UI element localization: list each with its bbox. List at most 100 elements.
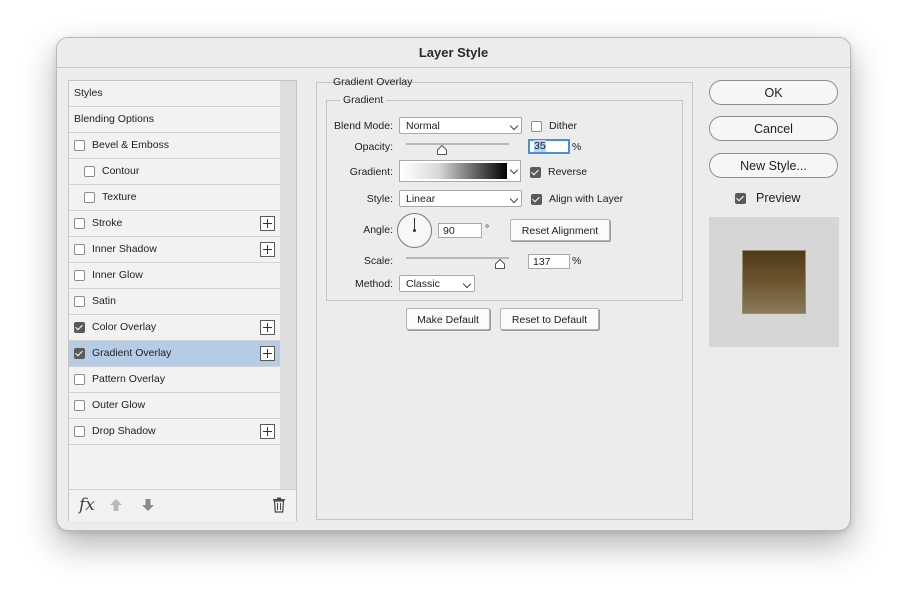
styles-scrollbar[interactable]: [280, 81, 296, 489]
style-label: Style:: [366, 193, 393, 205]
fx-button[interactable]: fx: [79, 495, 95, 515]
angle-dial[interactable]: [397, 213, 432, 248]
angle-dial-center: [413, 229, 416, 232]
style-item-label: Stroke: [92, 217, 123, 229]
opacity-slider-track[interactable]: [406, 143, 509, 145]
style-select[interactable]: Linear: [399, 190, 522, 207]
opacity-slider-thumb[interactable]: [437, 145, 448, 155]
angle-unit: °: [485, 223, 490, 235]
add-style-icon[interactable]: [260, 346, 275, 361]
styles-list: Styles Blending Options Bevel & Emboss Cont…: [69, 81, 280, 445]
gradient-overlay-heading: Gradient Overlay: [333, 76, 413, 88]
style-checkbox[interactable]: [84, 166, 95, 177]
style-item-label: Drop Shadow: [92, 425, 156, 437]
scale-slider-thumb[interactable]: [495, 259, 505, 269]
reverse-label: Reverse: [548, 166, 588, 178]
opacity-input[interactable]: 35: [528, 139, 570, 154]
chevron-down-icon: [509, 194, 519, 204]
style-item-label: Texture: [102, 191, 137, 203]
scale-slider-track[interactable]: [406, 257, 509, 259]
style-checkbox[interactable]: [74, 270, 85, 281]
style-item-color-overlay[interactable]: Color Overlay: [69, 315, 280, 341]
style-item-texture[interactable]: Texture: [69, 185, 280, 211]
gradient-picker[interactable]: [399, 160, 521, 182]
style-checkbox[interactable]: [74, 426, 85, 437]
preview-label: Preview: [756, 191, 801, 205]
style-item-label: Contour: [102, 165, 140, 177]
preview-checkbox[interactable]: [735, 193, 746, 204]
scale-unit: %: [572, 255, 582, 267]
style-checkbox[interactable]: [74, 296, 85, 307]
make-default-button[interactable]: Make Default: [406, 308, 490, 330]
style-checkbox[interactable]: [74, 400, 85, 411]
style-checkbox[interactable]: [74, 140, 85, 151]
method-label: Method:: [355, 278, 393, 290]
styles-panel: Styles Blending Options Bevel & Emboss Cont…: [68, 80, 297, 521]
gradient-preview[interactable]: [402, 163, 507, 179]
chevron-down-icon: [462, 279, 472, 289]
angle-label: Angle:: [363, 224, 393, 236]
gradient-subheading: Gradient: [340, 94, 387, 106]
add-style-icon[interactable]: [260, 242, 275, 257]
new-style-button[interactable]: New Style...: [709, 153, 838, 178]
style-item-styles[interactable]: Styles: [69, 81, 280, 107]
style-item-label: Color Overlay: [92, 321, 157, 333]
cancel-button[interactable]: Cancel: [709, 116, 838, 141]
style-checkbox[interactable]: [74, 218, 85, 229]
preview-swatch: [742, 250, 806, 314]
style-item-label: Blending Options: [74, 113, 154, 125]
style-item-blending-options[interactable]: Blending Options: [69, 107, 280, 133]
gradient-label: Gradient:: [349, 166, 393, 178]
dialog-title: Layer Style: [57, 38, 850, 68]
blend-mode-select[interactable]: Normal: [399, 117, 522, 134]
method-select[interactable]: Classic: [399, 275, 475, 292]
style-item-bevel-emboss[interactable]: Bevel & Emboss: [69, 133, 280, 159]
move-up-icon[interactable]: [109, 498, 123, 512]
style-item-label: Inner Shadow: [92, 243, 157, 255]
preview-area: [709, 217, 839, 347]
style-checkbox[interactable]: [74, 322, 85, 333]
style-item-label: Outer Glow: [92, 399, 146, 411]
style-value: Linear: [406, 193, 436, 205]
chevron-down-icon: [509, 121, 519, 131]
styles-footer: fx: [69, 489, 296, 521]
chevron-down-icon[interactable]: [509, 165, 519, 175]
move-down-icon[interactable]: [141, 498, 155, 512]
align-with-layer-label: Align with Layer: [549, 193, 624, 205]
scale-input[interactable]: 137: [528, 254, 570, 269]
style-item-satin[interactable]: Satin: [69, 289, 280, 315]
angle-input[interactable]: 90: [438, 223, 482, 238]
scale-value: 137: [533, 256, 551, 268]
style-item-outer-glow[interactable]: Outer Glow: [69, 393, 280, 419]
reverse-checkbox[interactable]: [530, 167, 541, 178]
style-item-label: Gradient Overlay: [92, 347, 172, 359]
ok-button[interactable]: OK: [709, 80, 838, 105]
style-checkbox[interactable]: [74, 374, 85, 385]
add-style-icon[interactable]: [260, 424, 275, 439]
reset-to-default-button[interactable]: Reset to Default: [500, 308, 599, 330]
opacity-value: 35: [534, 140, 546, 152]
method-value: Classic: [406, 278, 440, 290]
dither-label: Dither: [549, 120, 578, 132]
trash-icon[interactable]: [272, 497, 286, 513]
style-item-label: Styles: [74, 87, 103, 99]
style-item-stroke[interactable]: Stroke: [69, 211, 280, 237]
opacity-label: Opacity:: [354, 141, 393, 153]
style-item-inner-shadow[interactable]: Inner Shadow: [69, 237, 280, 263]
dither-checkbox[interactable]: [531, 121, 542, 132]
style-item-gradient-overlay[interactable]: Gradient Overlay: [69, 341, 280, 367]
angle-value: 90: [443, 225, 455, 237]
style-item-contour[interactable]: Contour: [69, 159, 280, 185]
scale-label: Scale:: [363, 255, 393, 267]
add-style-icon[interactable]: [260, 216, 275, 231]
style-checkbox[interactable]: [84, 192, 95, 203]
style-item-drop-shadow[interactable]: Drop Shadow: [69, 419, 280, 445]
style-item-pattern-overlay[interactable]: Pattern Overlay: [69, 367, 280, 393]
opacity-unit: %: [572, 141, 582, 153]
style-checkbox[interactable]: [74, 348, 85, 359]
style-checkbox[interactable]: [74, 244, 85, 255]
add-style-icon[interactable]: [260, 320, 275, 335]
reset-alignment-button[interactable]: Reset Alignment: [510, 219, 610, 241]
align-with-layer-checkbox[interactable]: [531, 194, 542, 205]
style-item-inner-glow[interactable]: Inner Glow: [69, 263, 280, 289]
